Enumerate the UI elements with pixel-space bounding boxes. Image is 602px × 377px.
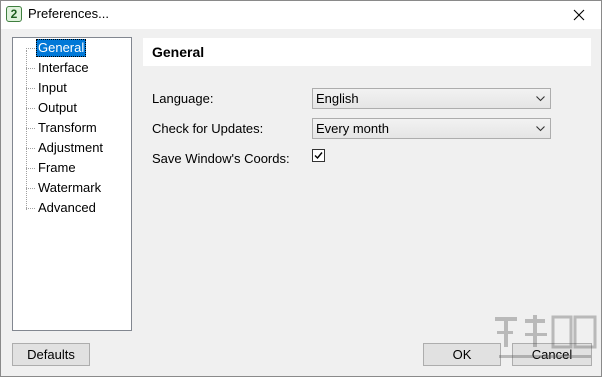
tree-branch-line bbox=[26, 128, 35, 129]
tree-branch-line bbox=[26, 88, 35, 89]
tree-item-frame[interactable]: Frame bbox=[26, 159, 122, 177]
tree-item-label: General bbox=[36, 39, 87, 57]
cancel-button[interactable]: Cancel bbox=[512, 343, 592, 366]
tree-item-label: Adjustment bbox=[38, 140, 104, 155]
language-label: Language: bbox=[152, 91, 214, 106]
tree-item-label: Transform bbox=[38, 120, 97, 135]
tree-item-input[interactable]: Input bbox=[26, 79, 122, 97]
tree-item-output[interactable]: Output bbox=[26, 99, 122, 117]
tree-item-label: Input bbox=[38, 80, 67, 95]
language-select[interactable]: English bbox=[312, 88, 551, 109]
preferences-dialog: 2 Preferences... General Interface Input… bbox=[0, 0, 602, 377]
checkmark-icon bbox=[314, 152, 323, 160]
check-updates-label: Check for Updates: bbox=[152, 121, 264, 136]
chevron-down-icon bbox=[536, 96, 545, 102]
tree-item-general[interactable]: General bbox=[26, 39, 122, 57]
defaults-button[interactable]: Defaults bbox=[12, 343, 90, 366]
save-coords-checkbox[interactable] bbox=[312, 149, 325, 162]
tree-branch-line bbox=[26, 188, 35, 189]
tree-branch-line bbox=[26, 208, 35, 209]
title-bar: 2 Preferences... bbox=[1, 1, 601, 29]
tree-item-interface[interactable]: Interface bbox=[26, 59, 122, 77]
category-tree: General Interface Input Output Transform… bbox=[12, 37, 132, 331]
app-icon: 2 bbox=[6, 6, 22, 22]
tree-branch-line bbox=[26, 68, 35, 69]
tree-item-label: Watermark bbox=[38, 180, 102, 195]
check-updates-select[interactable]: Every month bbox=[312, 118, 551, 139]
tree-item-label: Frame bbox=[38, 160, 76, 175]
ok-button[interactable]: OK bbox=[423, 343, 501, 366]
close-icon bbox=[573, 9, 585, 21]
language-value: English bbox=[316, 91, 359, 106]
tree-item-label: Output bbox=[38, 100, 78, 115]
save-coords-label: Save Window's Coords: bbox=[152, 151, 290, 166]
tree-item-watermark[interactable]: Watermark bbox=[26, 179, 122, 197]
window-title: Preferences... bbox=[28, 6, 109, 21]
close-button[interactable] bbox=[557, 1, 601, 29]
tree-item-transform[interactable]: Transform bbox=[26, 119, 122, 137]
tree-item-advanced[interactable]: Advanced bbox=[26, 199, 122, 217]
tree-item-adjustment[interactable]: Adjustment bbox=[26, 139, 122, 157]
tree-branch-line bbox=[26, 148, 35, 149]
tree-item-label: Advanced bbox=[38, 200, 96, 215]
check-updates-value: Every month bbox=[316, 121, 389, 136]
tree-branch-line bbox=[26, 48, 35, 49]
section-header: General bbox=[143, 38, 591, 66]
chevron-down-icon bbox=[536, 126, 545, 132]
tree-branch-line bbox=[26, 108, 35, 109]
tree-item-label: Interface bbox=[38, 60, 89, 75]
tree-branch-line bbox=[26, 168, 35, 169]
section-title: General bbox=[152, 44, 205, 60]
